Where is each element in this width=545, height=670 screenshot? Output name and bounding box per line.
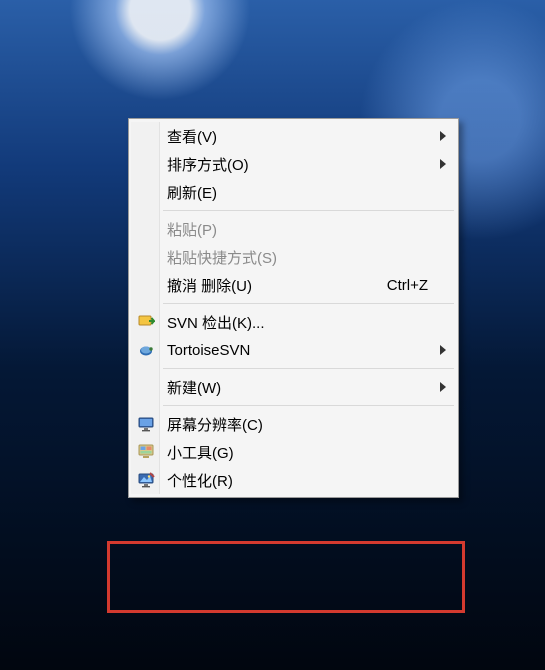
- menu-item-label: 查看(V): [167, 126, 217, 147]
- annotation-highlight-box: [107, 541, 465, 613]
- menu-separator: [163, 405, 454, 406]
- menu-item-label: 粘贴(P): [167, 219, 217, 240]
- tortoisesvn-icon: [137, 341, 155, 359]
- menu-item-sort-by[interactable]: 排序方式(O): [131, 150, 456, 178]
- menu-item-new[interactable]: 新建(W): [131, 373, 456, 401]
- personalize-icon: [137, 471, 155, 489]
- menu-item-view[interactable]: 查看(V): [131, 122, 456, 150]
- menu-item-label: 新建(W): [167, 377, 221, 398]
- menu-item-undo-delete[interactable]: 撤消 删除(U) Ctrl+Z: [131, 271, 456, 299]
- menu-separator: [163, 368, 454, 369]
- menu-separator: [163, 210, 454, 211]
- menu-item-label: 撤消 删除(U): [167, 275, 252, 296]
- menu-item-svn-checkout[interactable]: SVN 检出(K)...: [131, 308, 456, 336]
- menu-item-label: 个性化(R): [167, 470, 233, 491]
- submenu-arrow-icon: [440, 345, 446, 355]
- desktop-background[interactable]: 查看(V) 排序方式(O) 刷新(E) 粘贴(P) 粘贴快捷方式(S) 撤消 删…: [0, 0, 545, 670]
- menu-item-label: 屏幕分辨率(C): [167, 414, 263, 435]
- submenu-arrow-icon: [440, 131, 446, 141]
- submenu-arrow-icon: [440, 159, 446, 169]
- menu-item-label: 刷新(E): [167, 182, 217, 203]
- menu-item-refresh[interactable]: 刷新(E): [131, 178, 456, 206]
- submenu-arrow-icon: [440, 382, 446, 392]
- menu-item-paste-shortcut: 粘贴快捷方式(S): [131, 243, 456, 271]
- menu-item-label: 小工具(G): [167, 442, 234, 463]
- desktop-context-menu: 查看(V) 排序方式(O) 刷新(E) 粘贴(P) 粘贴快捷方式(S) 撤消 删…: [128, 118, 459, 498]
- menu-item-tortoisesvn[interactable]: TortoiseSVN: [131, 336, 456, 364]
- menu-item-shortcut: Ctrl+Z: [387, 277, 428, 294]
- monitor-icon: [137, 415, 155, 433]
- menu-item-label: 排序方式(O): [167, 154, 249, 175]
- menu-item-personalize[interactable]: 个性化(R): [131, 466, 456, 494]
- gadgets-icon: [137, 443, 155, 461]
- menu-item-label: TortoiseSVN: [167, 342, 250, 359]
- menu-separator: [163, 303, 454, 304]
- menu-item-screen-resolution[interactable]: 屏幕分辨率(C): [131, 410, 456, 438]
- svn-checkout-icon: [137, 313, 155, 331]
- menu-item-gadgets[interactable]: 小工具(G): [131, 438, 456, 466]
- menu-item-paste: 粘贴(P): [131, 215, 456, 243]
- menu-item-label: 粘贴快捷方式(S): [167, 247, 277, 268]
- menu-item-label: SVN 检出(K)...: [167, 312, 265, 333]
